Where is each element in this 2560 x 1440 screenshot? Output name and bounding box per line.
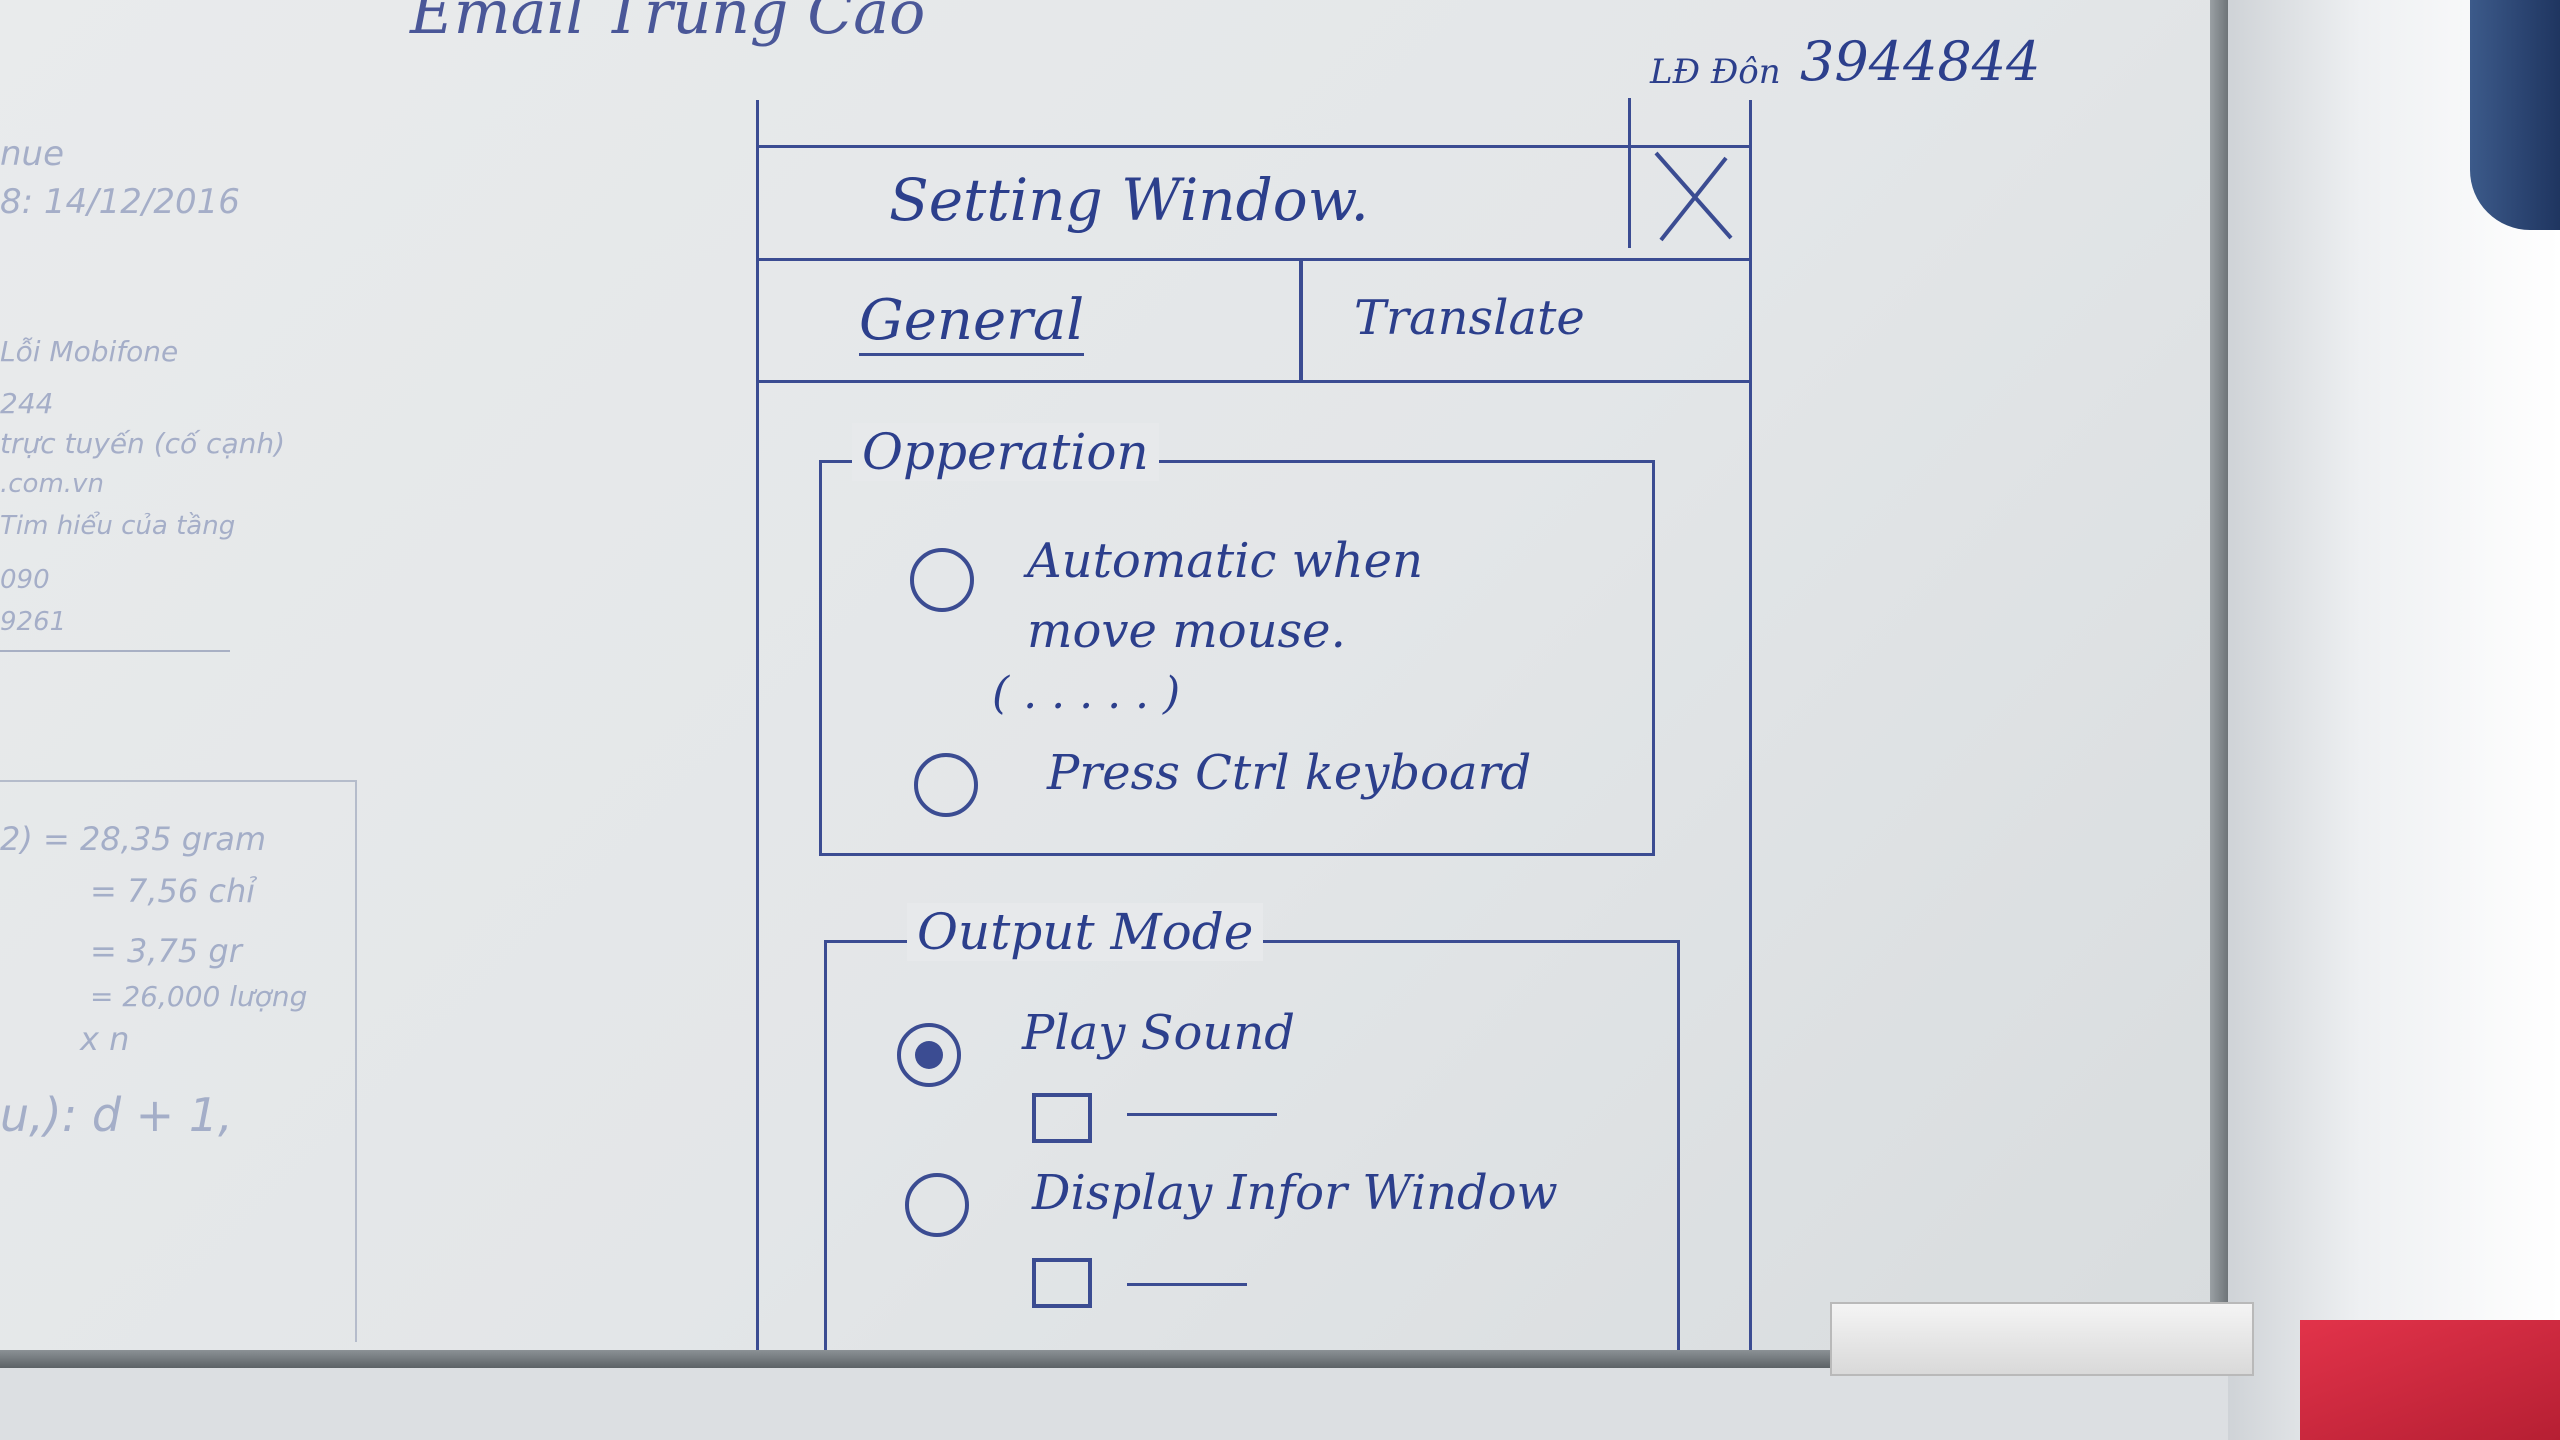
marker-tray bbox=[1830, 1302, 2254, 1376]
board-header-note: Email Trung Cao bbox=[410, 0, 926, 48]
play-sound-blank bbox=[1127, 1113, 1277, 1116]
whiteboard: Email Trung Cao LĐ Đôn 3944844 nue 8: 14… bbox=[0, 0, 2225, 1360]
side-note: 9261 bbox=[0, 607, 67, 637]
close-icon bbox=[1654, 151, 1733, 242]
operation-group: Opperation Automatic when move mouse. ( … bbox=[819, 423, 1655, 856]
automatic-label-line2: move mouse. bbox=[1027, 603, 1346, 659]
output-mode-group: Output Mode Play Sound Display Infor Win… bbox=[824, 903, 1680, 1353]
display-info-checkbox[interactable] bbox=[1032, 1258, 1092, 1308]
side-note: 244 bbox=[0, 387, 54, 420]
press-ctrl-label: Press Ctrl keyboard bbox=[1047, 745, 1532, 801]
tab-general-label: General bbox=[859, 288, 1085, 356]
radio-press-ctrl[interactable] bbox=[914, 753, 978, 817]
settings-window-sketch: Setting Window. General Translate Oppera… bbox=[756, 98, 1752, 1353]
side-note: 090 bbox=[0, 565, 50, 595]
tab-translate[interactable]: Translate bbox=[1304, 260, 1749, 380]
radio-display-info-window[interactable] bbox=[905, 1173, 969, 1237]
calc-note: = 26,000 lượng bbox=[90, 980, 308, 1013]
phone-number: 3944844 bbox=[1800, 30, 2041, 93]
side-note: trực tuyến (cố cạnh) bbox=[0, 427, 286, 460]
side-note: Tim hiểu của tầng bbox=[0, 511, 236, 541]
red-object bbox=[2300, 1320, 2560, 1440]
window-title: Setting Window. bbox=[889, 166, 1369, 234]
calc-note: 2) = 28,35 gram bbox=[0, 820, 267, 858]
title-bar: Setting Window. bbox=[759, 98, 1749, 261]
side-note: Lỗi Mobifone bbox=[0, 335, 179, 368]
play-sound-checkbox[interactable] bbox=[1032, 1093, 1092, 1143]
display-info-label: Display Infor Window bbox=[1032, 1165, 1558, 1221]
radio-automatic-move-mouse[interactable] bbox=[910, 548, 974, 612]
radio-play-sound[interactable] bbox=[897, 1023, 961, 1087]
close-button[interactable] bbox=[1628, 98, 1749, 248]
calc-note: = 3,75 gr bbox=[90, 932, 242, 970]
curtain bbox=[2470, 0, 2560, 230]
calc-note: = 7,56 chỉ bbox=[90, 872, 256, 910]
play-sound-label: Play Sound bbox=[1022, 1005, 1295, 1061]
display-info-blank bbox=[1127, 1283, 1247, 1286]
tab-translate-label: Translate bbox=[1354, 290, 1585, 346]
operation-legend: Opperation bbox=[852, 423, 1159, 481]
tab-strip: General Translate bbox=[759, 260, 1749, 383]
side-note: .com.vn bbox=[0, 469, 104, 499]
date-note: nue 8: 14/12/2016 bbox=[0, 134, 240, 222]
calc-note: u,): d + 1, bbox=[0, 1088, 233, 1142]
notes-divider bbox=[0, 650, 230, 652]
calc-box bbox=[0, 780, 357, 1342]
output-mode-legend: Output Mode bbox=[907, 903, 1264, 961]
tab-general[interactable]: General bbox=[759, 260, 1303, 380]
automatic-label-line3: ( . . . . . ) bbox=[992, 668, 1181, 719]
board-frame bbox=[2210, 0, 2228, 1360]
calc-note: x n bbox=[80, 1020, 130, 1058]
phone-label: LĐ Đôn bbox=[1650, 52, 1781, 92]
automatic-label-line1: Automatic when bbox=[1027, 533, 1423, 589]
